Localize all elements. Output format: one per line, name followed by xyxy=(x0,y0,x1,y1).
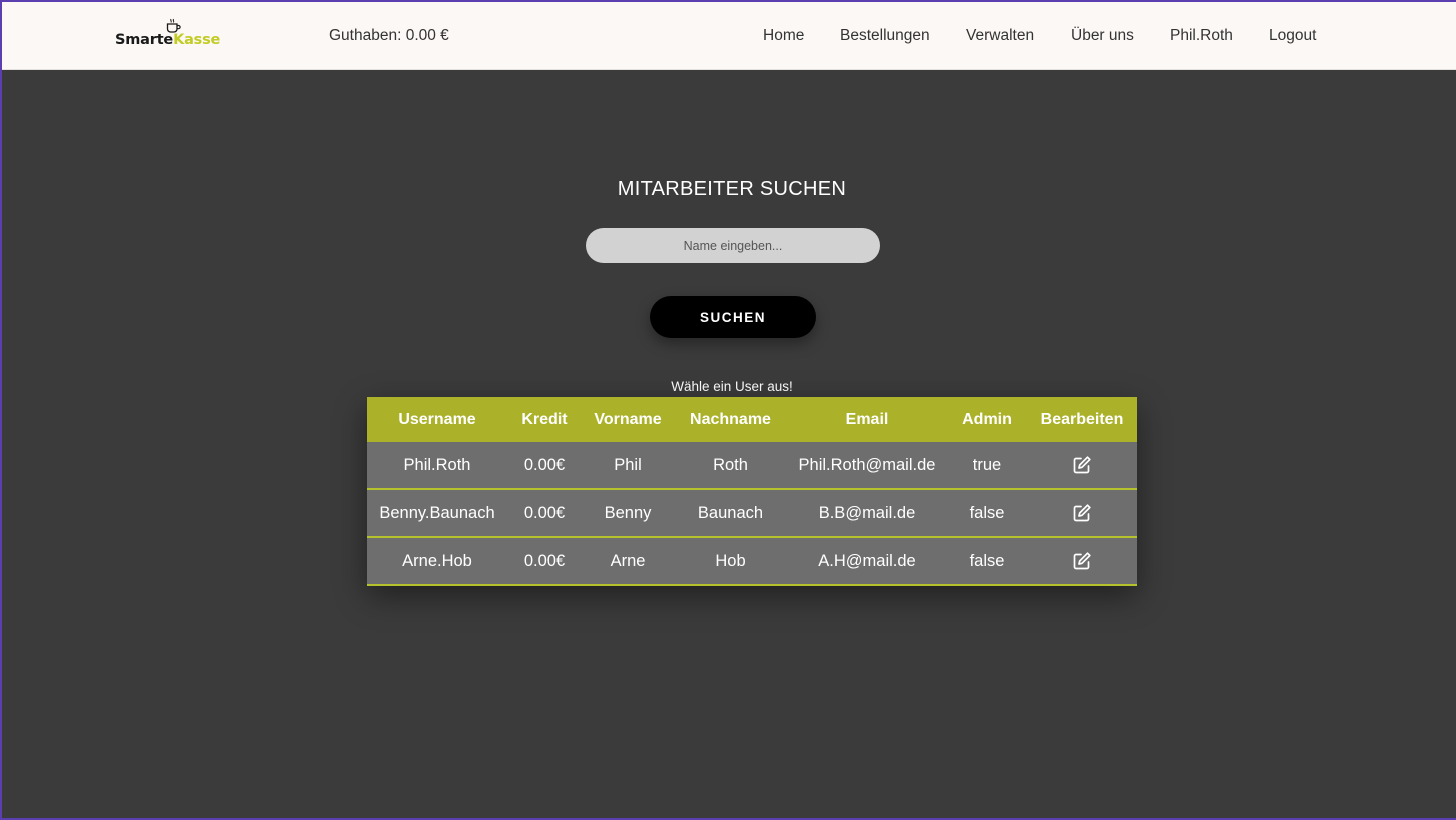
table-row[interactable]: Arne.Hob 0.00€ Arne Hob A.H@mail.de fals… xyxy=(367,537,1137,586)
cell-vorname: Benny xyxy=(582,489,674,538)
cell-nachname: Baunach xyxy=(674,489,787,538)
search-button[interactable]: SUCHEN xyxy=(650,296,816,338)
user-table: Username Kredit Vorname Nachname Email A… xyxy=(367,397,1137,586)
cell-vorname: Phil xyxy=(582,442,674,490)
cell-nachname: Hob xyxy=(674,537,787,586)
column-header-kredit[interactable]: Kredit xyxy=(507,397,582,442)
nav-ueber-uns[interactable]: Über uns xyxy=(1071,27,1134,45)
logo-text-part2: Kasse xyxy=(173,32,221,48)
logo[interactable]: SmarteKasse xyxy=(115,18,230,52)
column-header-username[interactable]: Username xyxy=(367,397,507,442)
nav-user-profile[interactable]: Phil.Roth xyxy=(1170,27,1233,45)
cell-edit xyxy=(1027,537,1137,586)
search-input[interactable] xyxy=(586,228,880,263)
app-window: SmarteKasse Guthaben: 0.00 € Home Bestel… xyxy=(2,2,1456,818)
cell-kredit: 0.00€ xyxy=(507,537,582,586)
column-header-vorname[interactable]: Vorname xyxy=(582,397,674,442)
cell-email: B.B@mail.de xyxy=(787,489,947,538)
cell-username: Benny.Baunach xyxy=(367,489,507,538)
cell-username: Phil.Roth xyxy=(367,442,507,490)
edit-icon[interactable] xyxy=(1072,503,1092,523)
cell-admin: true xyxy=(947,442,1027,490)
column-header-bearbeiten: Bearbeiten xyxy=(1027,397,1137,442)
cell-kredit: 0.00€ xyxy=(507,442,582,490)
edit-icon[interactable] xyxy=(1072,551,1092,571)
cell-vorname: Arne xyxy=(582,537,674,586)
cell-admin: false xyxy=(947,489,1027,538)
nav-logout[interactable]: Logout xyxy=(1269,27,1316,45)
nav-verwalten[interactable]: Verwalten xyxy=(966,27,1034,45)
nav-home[interactable]: Home xyxy=(763,27,804,45)
column-header-email[interactable]: Email xyxy=(787,397,947,442)
cell-nachname: Roth xyxy=(674,442,787,490)
cell-edit xyxy=(1027,489,1137,538)
column-header-admin[interactable]: Admin xyxy=(947,397,1027,442)
logo-text: SmarteKasse xyxy=(115,32,220,48)
column-header-nachname[interactable]: Nachname xyxy=(674,397,787,442)
cell-email: Phil.Roth@mail.de xyxy=(787,442,947,490)
top-navbar: SmarteKasse Guthaben: 0.00 € Home Bestel… xyxy=(2,2,1456,70)
cell-admin: false xyxy=(947,537,1027,586)
cell-email: A.H@mail.de xyxy=(787,537,947,586)
logo-text-part1: Smarte xyxy=(115,32,174,48)
page-title: MITARBEITER SUCHEN xyxy=(617,178,847,200)
select-user-hint: Wähle ein User aus! xyxy=(671,379,793,394)
edit-icon[interactable] xyxy=(1072,455,1092,475)
nav-bestellungen[interactable]: Bestellungen xyxy=(840,27,930,45)
cell-edit xyxy=(1027,442,1137,490)
table-row[interactable]: Benny.Baunach 0.00€ Benny Baunach B.B@ma… xyxy=(367,489,1137,538)
cell-username: Arne.Hob xyxy=(367,537,507,586)
credit-balance: Guthaben: 0.00 € xyxy=(329,27,449,44)
table-header-row: Username Kredit Vorname Nachname Email A… xyxy=(367,397,1137,442)
table-row[interactable]: Phil.Roth 0.00€ Phil Roth Phil.Roth@mail… xyxy=(367,442,1137,490)
cell-kredit: 0.00€ xyxy=(507,489,582,538)
